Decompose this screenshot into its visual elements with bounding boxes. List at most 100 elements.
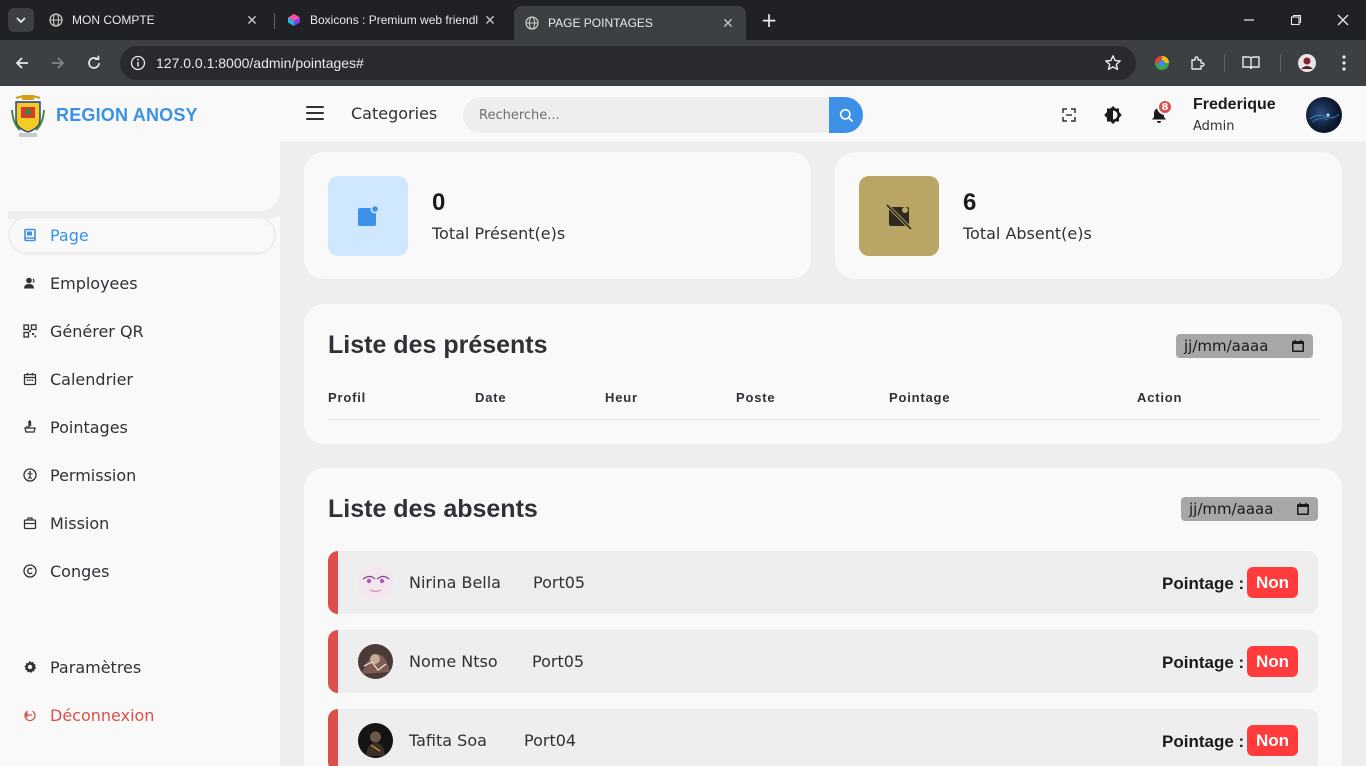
back-arrow-icon[interactable]	[10, 51, 34, 75]
dashboard-icon	[8, 228, 52, 242]
url-text: 127.0.0.1:8000/admin/pointages#	[156, 55, 364, 71]
tab-title: PAGE POINTAGES	[548, 16, 653, 30]
accessibility-icon	[8, 468, 52, 482]
search-form	[463, 97, 863, 133]
absent-list-title: Liste des absents	[328, 495, 538, 523]
avatar	[358, 723, 393, 758]
sidebar-item-mission[interactable]: Mission	[8, 503, 276, 543]
search-input[interactable]	[463, 97, 829, 133]
sidebar-item-parametres[interactable]: Paramètres	[8, 647, 276, 687]
top-navbar: Categories 8 Frederique Admin	[280, 86, 1366, 142]
sidebar-item-generer-qr[interactable]: Générer QR	[8, 311, 276, 351]
user-name: Frederique	[1193, 96, 1276, 113]
tab-divider	[274, 13, 275, 29]
restore-icon[interactable]	[1273, 8, 1319, 32]
menu-toggle-icon[interactable]	[306, 106, 324, 120]
pointage-label: Pointage :	[1162, 653, 1245, 672]
qr-icon	[8, 324, 52, 338]
close-window-icon[interactable]	[1320, 8, 1366, 32]
calendar-icon[interactable]	[1291, 339, 1305, 357]
present-list-title: Liste des présents	[328, 331, 548, 359]
date-placeholder: jj/mm/aaaa	[1184, 337, 1269, 355]
tab-page-pointages[interactable]: PAGE POINTAGES ✕	[514, 6, 746, 40]
reading-mode-icon[interactable]	[1240, 52, 1262, 74]
sidebar-item-conges[interactable]: Conges	[8, 551, 276, 591]
new-tab-button[interactable]: +	[758, 8, 780, 32]
sidebar-item-permission[interactable]: Permission	[8, 455, 276, 495]
tab-search-button[interactable]	[8, 8, 34, 32]
sidebar-item-deconnexion[interactable]: Déconnexion	[8, 695, 276, 735]
close-icon[interactable]: ✕	[720, 15, 736, 32]
avatar	[358, 644, 393, 679]
search-icon	[839, 108, 853, 122]
employee-poste: Port04	[524, 731, 577, 750]
calendar-icon[interactable]	[1296, 502, 1310, 520]
region-logo	[10, 94, 46, 137]
list-item: Tafita Soa Port04 Pointage : Non	[328, 709, 1318, 766]
status-badge: Non	[1247, 646, 1298, 677]
sidebar-item-label: Paramètres	[50, 657, 142, 677]
logout-icon	[8, 708, 52, 722]
puzzle-extensions-icon[interactable]	[1187, 52, 1209, 74]
pointage-label: Pointage :	[1162, 732, 1245, 751]
sidebar-item-label: Page	[50, 225, 89, 245]
tab-boxicons[interactable]: Boxicons : Premium web friendl ✕	[276, 6, 508, 34]
sidebar-item-pointages[interactable]: Pointages	[8, 407, 276, 447]
employee-poste: Port05	[532, 652, 585, 671]
column-header-poste: Poste	[736, 390, 776, 405]
avatar	[358, 565, 393, 600]
present-icon-box	[328, 176, 408, 256]
notification-badge: 8	[1157, 99, 1173, 115]
browser-menu-icon[interactable]	[1333, 52, 1355, 74]
categories-link[interactable]: Categories	[351, 104, 437, 123]
forward-arrow-icon[interactable]	[46, 51, 70, 75]
sidebar: REGION ANOSY Page Employees Générer QR C…	[0, 86, 280, 766]
sidebar-item-label: Générer QR	[50, 321, 144, 341]
reload-icon[interactable]	[82, 51, 106, 75]
gear-icon	[8, 660, 52, 674]
present-date-input[interactable]: jj/mm/aaaa	[1176, 334, 1313, 358]
absent-label: Total Absent(e)s	[963, 224, 1092, 243]
column-header-profil: Profil	[328, 390, 367, 405]
user-icon	[8, 276, 52, 290]
chevron-down-icon	[16, 17, 26, 24]
sidebar-item-label: Permission	[50, 465, 137, 485]
toolbar-divider	[1280, 54, 1281, 72]
status-badge: Non	[1247, 725, 1298, 756]
absent-count: 6	[963, 189, 977, 216]
sidebar-item-page[interactable]: Page	[8, 215, 276, 255]
address-bar[interactable]: 127.0.0.1:8000/admin/pointages#	[120, 46, 1136, 80]
minimize-icon[interactable]	[1226, 8, 1272, 32]
calendar-check-icon	[358, 204, 380, 226]
employee-name: Nome Ntso	[409, 652, 498, 671]
fullscreen-icon[interactable]	[1059, 105, 1079, 125]
browser-toolbar: 127.0.0.1:8000/admin/pointages#	[0, 40, 1366, 86]
sidebar-curve	[0, 144, 280, 211]
calendar-x-icon	[885, 203, 913, 231]
tab-mon-compte[interactable]: MON COMPTE ✕	[38, 6, 270, 34]
toolbar-divider	[1224, 54, 1225, 72]
avatar[interactable]	[1306, 97, 1342, 133]
stat-card-absent: 6 Total Absent(e)s	[835, 152, 1342, 279]
search-button[interactable]	[829, 97, 863, 133]
site-info-icon[interactable]	[120, 55, 156, 71]
close-icon[interactable]: ✕	[482, 12, 498, 29]
bookmark-star-icon[interactable]	[1104, 54, 1122, 76]
google-extension-icon[interactable]	[1151, 52, 1173, 74]
theme-toggle-icon[interactable]	[1103, 105, 1123, 125]
copyright-icon	[8, 564, 52, 578]
sidebar-item-employees[interactable]: Employees	[8, 263, 276, 303]
absent-date-input[interactable]: jj/mm/aaaa	[1181, 497, 1318, 521]
browser-tabbar: MON COMPTE ✕ Boxicons : Premium web frie…	[0, 0, 1366, 40]
close-icon[interactable]: ✕	[244, 12, 260, 29]
briefcase-icon	[8, 516, 52, 530]
globe-icon	[48, 12, 64, 28]
sidebar-item-calendrier[interactable]: Calendrier	[8, 359, 276, 399]
column-header-date: Date	[475, 390, 507, 405]
globe-icon	[524, 15, 540, 31]
employee-name: Tafita Soa	[409, 731, 487, 750]
absent-list-card: Liste des absents jj/mm/aaaa Nirina Bell…	[304, 468, 1342, 766]
profile-avatar-icon[interactable]	[1296, 52, 1318, 74]
pointage-label: Pointage :	[1162, 574, 1245, 593]
sidebar-item-label: Pointages	[50, 417, 128, 437]
